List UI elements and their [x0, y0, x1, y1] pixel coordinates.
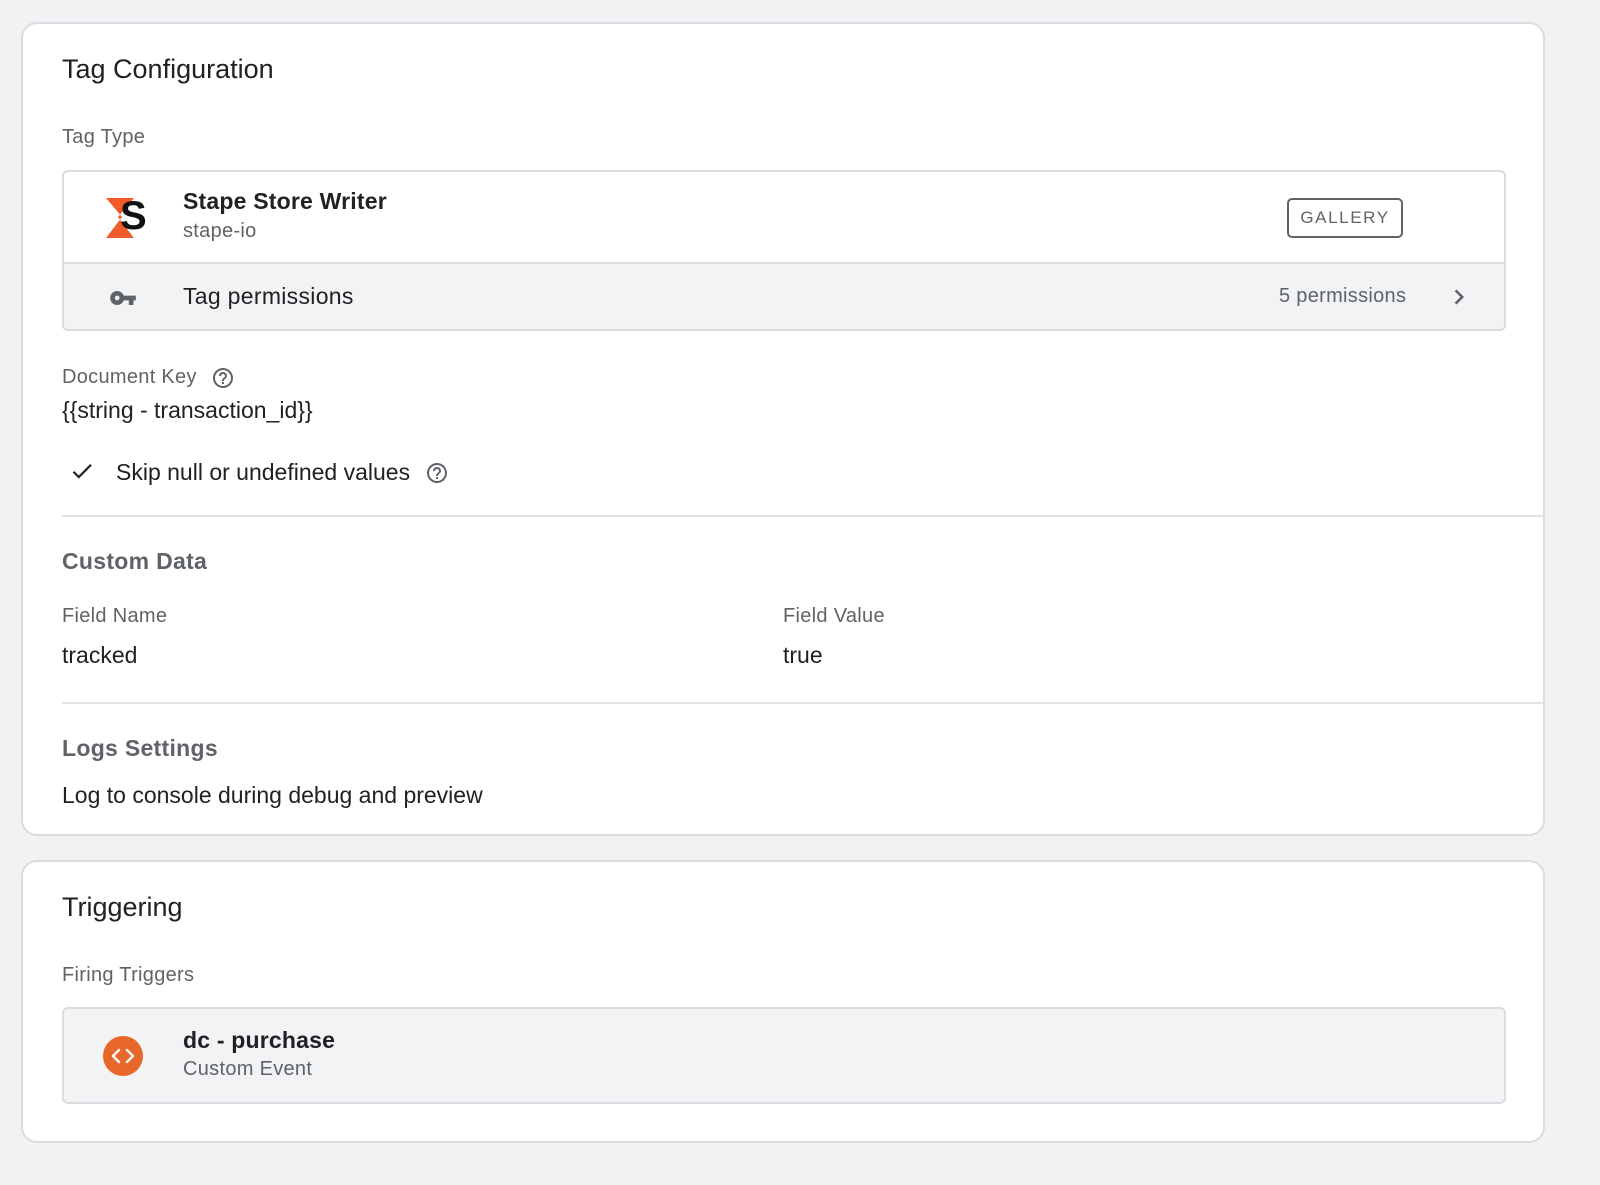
section-divider: [62, 702, 1543, 704]
trigger-type: Custom Event: [183, 1058, 313, 1080]
help-icon[interactable]: [211, 366, 235, 390]
tag-configuration-card: Tag Configuration Tag Type S Stape Store…: [21, 22, 1545, 836]
check-icon: [69, 458, 95, 484]
field-name-cell: tracked: [62, 642, 138, 668]
logs-settings-title: Logs Settings: [62, 735, 218, 761]
logs-settings-value: Log to console during debug and preview: [62, 782, 483, 808]
skip-null-label: Skip null or undefined values: [116, 459, 411, 485]
tag-vendor: stape-io: [183, 220, 257, 242]
stape-logo-letter: S: [120, 194, 147, 238]
section-divider: [62, 515, 1543, 517]
document-key-value: {{string - transaction_id}}: [62, 397, 313, 423]
trigger-name: dc - purchase: [183, 1027, 336, 1053]
field-value-cell: true: [783, 642, 823, 668]
tag-name: Stape Store Writer: [183, 188, 387, 214]
tag-permissions-row[interactable]: Tag permissions 5 permissions: [64, 262, 1504, 329]
tag-permissions-label: Tag permissions: [183, 283, 354, 309]
field-value-header: Field Value: [783, 605, 885, 627]
help-icon[interactable]: [425, 461, 449, 485]
field-name-header: Field Name: [62, 605, 168, 627]
triggering-title: Triggering: [62, 892, 183, 922]
permissions-count: 5 permissions: [1279, 285, 1407, 307]
custom-data-title: Custom Data: [62, 548, 208, 574]
custom-event-icon: [102, 1035, 144, 1077]
tag-configuration-title: Tag Configuration: [62, 54, 274, 84]
stape-logo-icon: S: [104, 194, 148, 240]
gallery-button[interactable]: GALLERY: [1287, 198, 1403, 238]
tag-type-row[interactable]: S Stape Store Writer stape-io GALLERY: [64, 172, 1504, 262]
tag-type-box: S Stape Store Writer stape-io GALLERY Ta…: [62, 170, 1506, 331]
tag-type-label: Tag Type: [62, 126, 146, 148]
triggering-card: Triggering Firing Triggers dc - purchase…: [21, 860, 1545, 1143]
chevron-right-icon: [1444, 282, 1474, 312]
firing-triggers-label: Firing Triggers: [62, 964, 195, 986]
key-icon: [109, 284, 137, 312]
trigger-item[interactable]: dc - purchase Custom Event: [62, 1007, 1506, 1104]
document-key-label: Document Key: [62, 366, 197, 388]
